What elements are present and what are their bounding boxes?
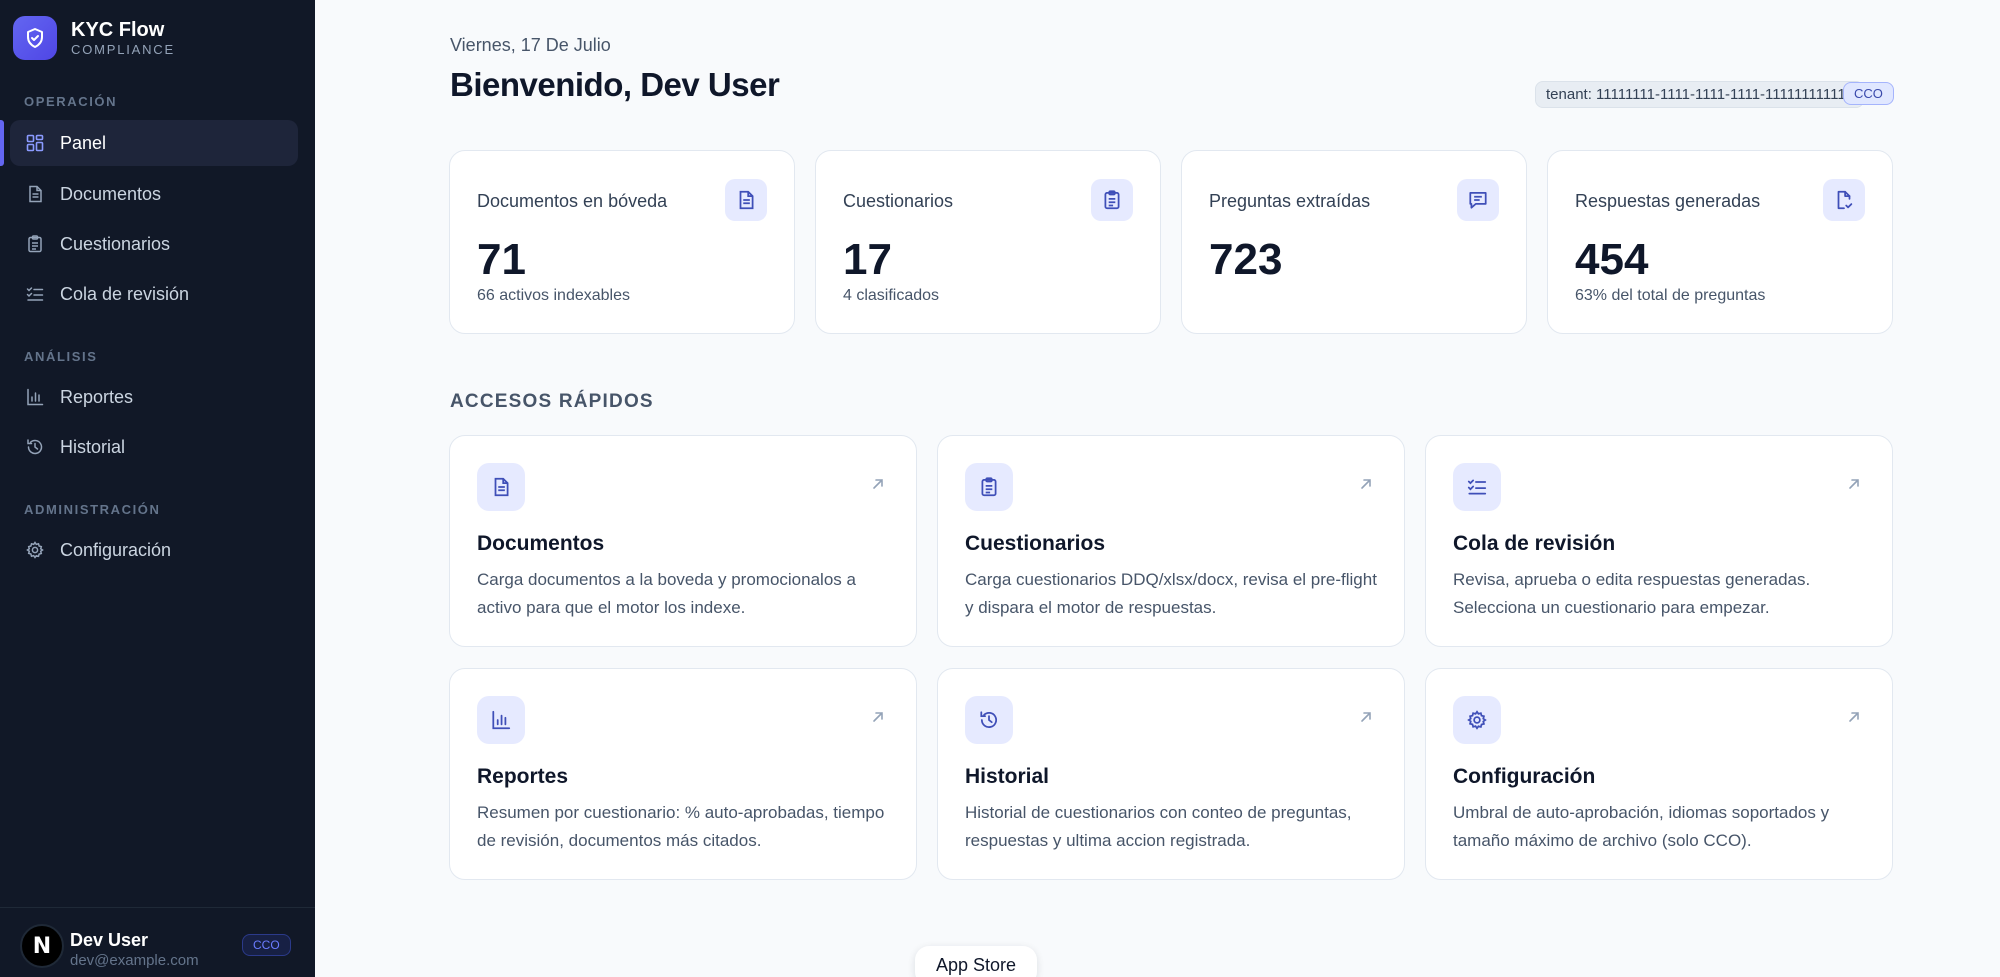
brand-subtitle: COMPLIANCE [71, 41, 175, 57]
page-title: Bienvenido, Dev User [450, 66, 780, 103]
clipboard-icon [1091, 179, 1133, 221]
card-title: Cola de revisión [1453, 532, 1616, 555]
sidebar-item-label: Documentos [60, 183, 162, 204]
section-title: ACCESOS RÁPIDOS [450, 391, 654, 412]
stat-card-cuestionarios: Cuestionarios 17 4 clasificados [815, 150, 1161, 334]
sidebar-item-label: Configuración [60, 539, 172, 560]
gear-icon [24, 539, 46, 561]
sidebar-item-label: Historial [60, 436, 126, 457]
quick-card-reportes[interactable]: Reportes Resumen por cuestionario: % aut… [449, 668, 917, 880]
arrow-up-right-icon [870, 476, 886, 492]
quick-card-historial[interactable]: Historial Historial de cuestionarios con… [937, 668, 1405, 880]
shield-check-icon [13, 16, 57, 60]
sidebar-item-documentos[interactable]: Documentos [10, 171, 298, 217]
stat-card-preguntas: Preguntas extraídas 723 [1181, 150, 1527, 334]
grid-icon [24, 132, 46, 154]
stat-value: 71 [477, 235, 526, 284]
quick-card-cola-revision[interactable]: Cola de revisión Revisa, aprueba o edita… [1425, 435, 1893, 647]
user-email: dev@example.com [70, 952, 199, 969]
bar-chart-icon [477, 696, 525, 744]
clipboard-icon [965, 463, 1013, 511]
stat-value: 17 [843, 235, 892, 284]
stat-card-respuestas: Respuestas generadas 454 63% del total d… [1547, 150, 1893, 334]
user-profile[interactable]: N Dev User dev@example.com CCO [0, 907, 315, 977]
stat-card-documentos: Documentos en bóveda 71 66 activos index… [449, 150, 795, 334]
gear-icon [1453, 696, 1501, 744]
card-title: Documentos [477, 532, 605, 555]
history-icon [24, 436, 46, 458]
card-description: Carga documentos a la boveda y promocion… [477, 570, 856, 617]
sidebar-item-cuestionarios[interactable]: Cuestionarios [10, 221, 298, 267]
stat-subtitle: 66 activos indexables [477, 287, 630, 304]
sidebar: KYC Flow COMPLIANCE OPERACIÓN Panel Docu… [0, 0, 315, 977]
brand-name: KYC Flow [71, 18, 165, 41]
card-description: Carga cuestionarios DDQ/xlsx/docx, revis… [965, 570, 1377, 617]
card-description: Umbral de auto-aprobación, idiomas sopor… [1453, 803, 1830, 850]
document-icon [24, 183, 46, 205]
sidebar-item-label: Panel [60, 132, 107, 153]
stat-label: Cuestionarios [843, 191, 954, 211]
stat-value: 723 [1209, 235, 1283, 284]
arrow-up-right-icon [1358, 709, 1374, 725]
brand[interactable]: KYC Flow COMPLIANCE [13, 16, 175, 60]
arrow-up-right-icon [1846, 476, 1862, 492]
stat-label: Respuestas generadas [1575, 191, 1761, 211]
sidebar-item-label: Cola de revisión [60, 283, 190, 304]
nav-section-analisis: ANÁLISIS [24, 349, 98, 364]
stat-label: Preguntas extraídas [1209, 191, 1371, 211]
file-check-icon [1823, 179, 1865, 221]
card-description: Revisa, aprueba o edita respuestas gener… [1453, 570, 1811, 617]
message-icon [1457, 179, 1499, 221]
sidebar-item-label: Reportes [60, 386, 134, 407]
quick-card-documentos[interactable]: Documentos Carga documentos a la boveda … [449, 435, 917, 647]
list-check-icon [1453, 463, 1501, 511]
card-title: Configuración [1453, 765, 1596, 788]
bar-chart-icon [24, 386, 46, 408]
nav-section-administracion: ADMINISTRACIÓN [24, 502, 161, 517]
sidebar-item-panel[interactable]: Panel [0, 120, 298, 166]
user-name: Dev User [70, 930, 149, 950]
quick-card-configuracion[interactable]: Configuración Umbral de auto-aprobación,… [1425, 668, 1893, 880]
document-icon [477, 463, 525, 511]
clipboard-icon [24, 233, 46, 255]
stat-value: 454 [1575, 235, 1649, 284]
document-icon [725, 179, 767, 221]
card-description: Historial de cuestionarios con conteo de… [965, 803, 1352, 850]
stat-subtitle: 4 clasificados [843, 287, 940, 304]
list-check-icon [24, 283, 46, 305]
nav-section-operacion: OPERACIÓN [24, 94, 118, 109]
history-icon [965, 696, 1013, 744]
role-badge: CCO [1843, 82, 1894, 105]
avatar[interactable]: N [20, 924, 64, 968]
sidebar-item-label: Cuestionarios [60, 233, 171, 254]
user-role-badge: CCO [242, 934, 291, 956]
app-store-button[interactable]: App Store [915, 946, 1037, 977]
stat-subtitle: 63% del total de preguntas [1575, 287, 1766, 304]
sidebar-item-reportes[interactable]: Reportes [10, 374, 298, 420]
current-date: Viernes, 17 De Julio [450, 35, 611, 55]
arrow-up-right-icon [870, 709, 886, 725]
sidebar-item-cola-revision[interactable]: Cola de revisión [10, 271, 298, 317]
quick-card-cuestionarios[interactable]: Cuestionarios Carga cuestionarios DDQ/xl… [937, 435, 1405, 647]
card-title: Reportes [477, 765, 569, 788]
main-content: Viernes, 17 De Julio Bienvenido, Dev Use… [315, 0, 2000, 977]
sidebar-item-configuracion[interactable]: Configuración [10, 527, 298, 573]
card-title: Historial [965, 765, 1050, 788]
arrow-up-right-icon [1846, 709, 1862, 725]
card-description: Resumen por cuestionario: % auto-aprobad… [477, 803, 885, 850]
active-indicator [0, 120, 4, 166]
sidebar-item-historial[interactable]: Historial [10, 424, 298, 470]
card-title: Cuestionarios [965, 532, 1106, 555]
arrow-up-right-icon [1358, 476, 1374, 492]
tenant-badge: tenant: 11111111-1111-1111-1111-11111111… [1535, 81, 1864, 108]
stat-label: Documentos en bóveda [477, 191, 668, 211]
